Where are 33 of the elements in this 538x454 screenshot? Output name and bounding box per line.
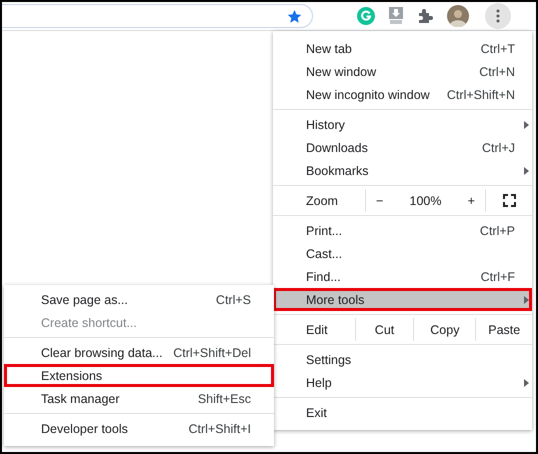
zoom-in-button[interactable]: + bbox=[458, 194, 485, 208]
menu-item[interactable]: Print... Ctrl+P bbox=[273, 219, 532, 242]
star-icon[interactable] bbox=[287, 8, 302, 24]
zoom-out-button[interactable]: − bbox=[366, 194, 394, 208]
menu-item[interactable]: New incognito window Ctrl+Shift+N bbox=[273, 83, 532, 106]
fullscreen-icon[interactable] bbox=[502, 194, 516, 207]
puzzle-icon[interactable] bbox=[417, 8, 433, 24]
edit-action-button[interactable]: Copy bbox=[413, 318, 476, 341]
menu-item[interactable]: Settings bbox=[273, 348, 532, 371]
menu-item[interactable]: New window Ctrl+N bbox=[273, 60, 532, 83]
menu-item[interactable]: Exit bbox=[273, 401, 532, 424]
menu-item[interactable]: History bbox=[273, 113, 532, 136]
avatar-icon[interactable] bbox=[447, 5, 469, 27]
menu-item[interactable]: New tab Ctrl+T bbox=[273, 37, 532, 60]
menu-item[interactable]: Extensions bbox=[4, 364, 274, 387]
menu-item[interactable]: More tools bbox=[273, 288, 532, 311]
zoom-label: Zoom bbox=[305, 192, 339, 210]
zoom-value: 100% bbox=[410, 194, 442, 208]
menu-item[interactable]: Downloads Ctrl+J bbox=[273, 136, 532, 159]
menu-item[interactable]: Clear browsing data... Ctrl+Shift+Del bbox=[4, 341, 274, 364]
menu-item[interactable]: Bookmarks bbox=[273, 159, 532, 182]
edit-label: Edit bbox=[305, 322, 329, 338]
menu-item[interactable]: Developer tools Ctrl+Shift+I bbox=[4, 417, 274, 440]
menu-item[interactable]: Task manager Shift+Esc bbox=[4, 387, 274, 410]
menu-item[interactable]: Find... Ctrl+F bbox=[273, 265, 532, 288]
edit-action-button[interactable]: Cut bbox=[354, 318, 414, 341]
menu-item[interactable]: Help bbox=[273, 371, 532, 394]
edit-action-button[interactable]: Paste bbox=[475, 318, 532, 341]
menu-item[interactable]: Cast... bbox=[273, 242, 532, 265]
more-vertical-icon bbox=[496, 9, 500, 23]
menu-button[interactable] bbox=[485, 3, 511, 29]
download-file-icon[interactable] bbox=[389, 7, 403, 25]
menu-item[interactable]: Save page as... Ctrl+S bbox=[4, 288, 274, 311]
